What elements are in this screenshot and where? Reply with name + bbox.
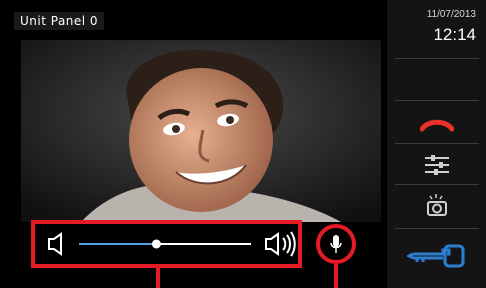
settings-button[interactable] (395, 150, 479, 180)
volume-slider[interactable] (79, 239, 251, 249)
key-icon (407, 244, 465, 268)
callout-line (334, 264, 338, 288)
divider (395, 100, 479, 101)
sliders-icon (425, 155, 449, 175)
intercom-screen: Unit Panel 0 11/07/2013 12:14 (0, 0, 486, 288)
volume-control-highlight (31, 220, 302, 268)
hangup-button[interactable] (395, 112, 479, 140)
door-open-button[interactable] (395, 236, 479, 276)
right-sidebar: 11/07/2013 12:14 (387, 0, 486, 288)
divider (395, 143, 479, 144)
volume-slider-knob[interactable] (151, 239, 161, 249)
divider (395, 228, 479, 229)
camera-icon (427, 194, 447, 216)
microphone-icon (330, 235, 342, 253)
panel-title: Unit Panel 0 (14, 12, 105, 30)
hangup-icon (420, 119, 454, 132)
speaker-low-icon[interactable] (48, 232, 62, 256)
person-face-image (21, 40, 381, 222)
volume-controls (48, 231, 296, 257)
time-label: 12:14 (433, 25, 476, 44)
divider (395, 58, 479, 59)
date-label: 11/07/2013 (426, 9, 476, 20)
snapshot-button[interactable] (395, 190, 479, 222)
microphone-button[interactable] (316, 224, 356, 264)
speaker-high-icon[interactable] (265, 231, 296, 257)
camera-video-feed (21, 40, 381, 222)
callout-line (156, 268, 160, 288)
divider (395, 184, 479, 185)
